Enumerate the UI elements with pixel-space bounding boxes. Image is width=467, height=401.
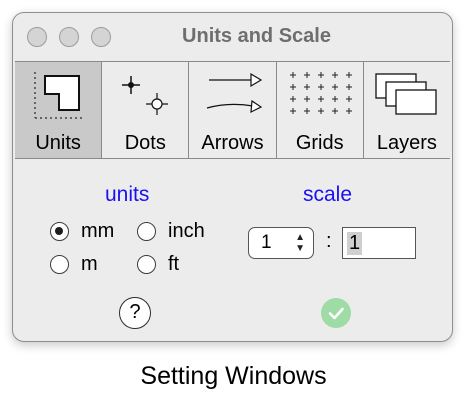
scale-separator: :: [326, 230, 332, 252]
up-down-chevron-icon[interactable]: ▲ ▼: [295, 232, 305, 254]
checkmark-icon: [328, 307, 344, 320]
scale-right-input[interactable]: 1: [342, 227, 416, 259]
dots-icon: [122, 76, 169, 115]
window-title: Units and Scale: [182, 25, 331, 47]
tab-dots[interactable]: Dots: [102, 62, 190, 158]
ok-button[interactable]: [321, 298, 351, 328]
scale-left-value: 1: [261, 232, 272, 253]
radio-mm-indicator[interactable]: [50, 222, 69, 241]
radio-inch-indicator[interactable]: [137, 222, 156, 241]
tab-arrows-label: Arrows: [201, 132, 264, 154]
tab-grids[interactable]: Grids: [277, 62, 364, 158]
radio-ft-label: ft: [168, 253, 180, 275]
scale-left-stepper[interactable]: 1 ▲ ▼: [248, 227, 314, 259]
tab-layers[interactable]: Layers: [364, 62, 450, 158]
units-icon: [34, 72, 84, 119]
tab-arrows[interactable]: Arrows: [189, 62, 277, 158]
tab-grids-label: Grids: [295, 132, 344, 154]
radio-m-indicator[interactable]: [50, 255, 69, 274]
tab-units[interactable]: Units: [15, 62, 103, 158]
titlebar[interactable]: Units and Scale: [13, 13, 452, 61]
radio-mm-label: mm: [81, 220, 115, 242]
tab-layers-label: Layers: [376, 132, 437, 154]
scale-right-value: 1: [347, 231, 363, 255]
units-and-scale-window: Units and Scale Units Dots Arrows Grids …: [12, 12, 453, 342]
toolbar: Units Dots Arrows Grids Layers: [15, 61, 450, 159]
radio-mm[interactable]: mm: [50, 220, 114, 243]
radio-ft-indicator[interactable]: [137, 255, 156, 274]
arrows-icon: [206, 72, 262, 114]
radio-m-label: m: [81, 253, 98, 275]
radio-ft[interactable]: ft: [137, 253, 179, 276]
scale-heading: scale: [303, 183, 353, 206]
radio-inch[interactable]: inch: [137, 220, 205, 243]
caption: Setting Windows: [140, 362, 327, 390]
radio-inch-label: inch: [168, 220, 205, 242]
tab-dots-label: Dots: [124, 132, 166, 154]
layers-icon: [375, 73, 437, 115]
help-button[interactable]: ?: [119, 297, 151, 329]
grids-icon: [289, 72, 352, 114]
radio-m[interactable]: m: [50, 253, 98, 276]
tab-units-label: Units: [35, 132, 81, 154]
units-heading: units: [105, 183, 150, 206]
